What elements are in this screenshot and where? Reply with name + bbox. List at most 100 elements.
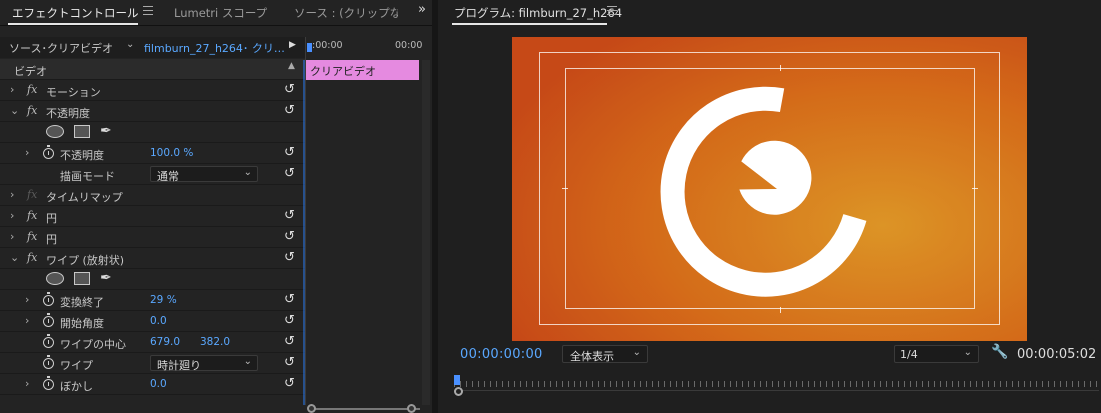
select-value: 全体表示 — [570, 350, 614, 363]
zoom-handle-left[interactable] — [307, 404, 316, 413]
reset-icon[interactable]: ↺ — [284, 166, 295, 181]
chevron-right-icon[interactable]: › — [25, 314, 29, 327]
source-clip-bar: ソース･クリアビデオ ⌄ filmburn_27_h264･ クリ… ▶ — [0, 37, 305, 58]
reset-icon[interactable]: ↺ — [284, 229, 295, 244]
effect-row-radial-wipe[interactable]: ⌄ fx ワイプ (放射状) ↺ — [0, 248, 305, 269]
param-label: 描画モード — [60, 170, 115, 183]
ellipse-mask-icon[interactable] — [46, 125, 64, 138]
mini-timeline-ruler[interactable]: :00:00 00:00 — [306, 37, 423, 58]
rectangle-mask-icon[interactable] — [74, 125, 90, 138]
fx-icon: fx — [27, 188, 38, 201]
param-row-feather: › ぼかし 0.0 ↺ — [0, 374, 305, 395]
program-time-ruler[interactable] — [454, 372, 1099, 412]
zoom-track[interactable] — [310, 408, 420, 410]
zoom-handle-left[interactable] — [454, 387, 463, 396]
reset-icon[interactable]: ↺ — [284, 82, 295, 97]
effect-row-opacity[interactable]: ⌄ fx 不透明度 ↺ — [0, 101, 305, 122]
reset-icon[interactable]: ↺ — [284, 376, 295, 391]
active-tab-indicator — [8, 23, 138, 25]
double-chevron-right-icon[interactable]: » — [418, 2, 426, 17]
chevron-down-icon[interactable]: ⌄ — [10, 251, 19, 264]
horizontal-zoom-scrollbar[interactable] — [307, 404, 420, 413]
fx-icon[interactable]: fx — [27, 104, 37, 117]
stopwatch-icon[interactable] — [43, 355, 54, 369]
ruler-end-time: 00:00 — [395, 40, 423, 51]
chevron-down-icon[interactable]: ⌄ — [10, 104, 19, 117]
title-safe-guide — [565, 68, 975, 309]
zoom-level-select[interactable]: 全体表示 ⌄ — [562, 345, 648, 363]
fx-icon[interactable]: fx — [27, 209, 37, 222]
reset-icon[interactable]: ↺ — [284, 313, 295, 328]
panel-menu-icon[interactable] — [607, 6, 617, 15]
chevron-right-icon[interactable]: › — [10, 209, 14, 222]
tab-source[interactable]: ソース : (クリップなし — [294, 5, 398, 21]
param-value-y[interactable]: 382.0 — [200, 336, 230, 348]
active-tab-indicator — [452, 23, 607, 25]
wipe-direction-select[interactable]: 時計廻り ⌄ — [150, 355, 258, 372]
reset-icon[interactable]: ↺ — [284, 208, 295, 223]
tab-lumetri-scopes[interactable]: Lumetri スコープ — [174, 5, 267, 21]
effect-row-motion[interactable]: › fx モーション ↺ — [0, 80, 305, 101]
param-value[interactable]: 0.0 — [150, 315, 167, 327]
effect-row-time-remap[interactable]: › fx タイムリマップ — [0, 185, 305, 206]
fx-icon[interactable]: fx — [27, 83, 37, 96]
playback-resolution-select[interactable]: 1/4 ⌄ — [894, 345, 979, 363]
program-monitor-title[interactable]: プログラム: filmburn_27_h264 — [454, 5, 622, 21]
keyframe-area-indicator — [303, 60, 305, 405]
rectangle-mask-icon[interactable] — [74, 272, 90, 285]
panel-menu-icon[interactable] — [143, 6, 153, 15]
reset-icon[interactable]: ↺ — [284, 355, 295, 370]
ellipse-mask-icon[interactable] — [46, 272, 64, 285]
collapse-up-icon[interactable]: ▲ — [288, 61, 295, 71]
chevron-right-icon[interactable]: › — [25, 377, 29, 390]
playhead-marker[interactable] — [307, 43, 312, 52]
param-row-wipe-direction: ワイプ 時計廻り ⌄ ↺ — [0, 353, 305, 374]
reset-icon[interactable]: ↺ — [284, 103, 295, 118]
chevron-right-icon[interactable]: › — [10, 83, 14, 96]
chevron-right-icon[interactable]: › — [25, 146, 29, 159]
reset-icon[interactable]: ↺ — [284, 145, 295, 160]
param-row-transition-completion: › 変換終了 29 % ↺ — [0, 290, 305, 311]
fx-icon[interactable]: fx — [27, 230, 37, 243]
clip-name-link[interactable]: filmburn_27_h264･ クリ… — [144, 40, 285, 56]
blend-mode-select[interactable]: 通常 ⌄ — [150, 166, 258, 183]
duration-timecode: 00:00:05:02 — [1017, 347, 1097, 362]
fx-icon[interactable]: fx — [27, 251, 37, 264]
playhead-marker[interactable] — [454, 375, 460, 385]
effect-row-circle-2[interactable]: › fx 円 ↺ — [0, 227, 305, 248]
timeline-clip[interactable]: クリアビデオ — [306, 60, 419, 80]
zoom-handle-right[interactable] — [407, 404, 416, 413]
chevron-down-icon: ⌄ — [632, 347, 641, 358]
param-label: 変換終了 — [60, 296, 104, 309]
param-row-opacity: › 不透明度 100.0 % ↺ — [0, 143, 305, 164]
param-value-x[interactable]: 679.0 — [150, 336, 180, 348]
chevron-right-icon[interactable]: › — [10, 188, 14, 201]
effect-label: ワイプ (放射状) — [46, 254, 125, 267]
play-triangle-icon[interactable]: ▶ — [289, 40, 296, 50]
panel-split-line[interactable] — [305, 37, 306, 405]
chevron-right-icon[interactable]: › — [25, 293, 29, 306]
stopwatch-icon[interactable] — [43, 292, 54, 306]
video-frame[interactable] — [512, 37, 1027, 341]
effect-row-circle-1[interactable]: › fx 円 ↺ — [0, 206, 305, 227]
pen-mask-icon[interactable]: ✒ — [100, 123, 112, 139]
chevron-down-icon[interactable]: ⌄ — [126, 39, 134, 50]
reset-icon[interactable]: ↺ — [284, 292, 295, 307]
chevron-right-icon[interactable]: › — [10, 230, 14, 243]
reset-icon[interactable]: ↺ — [284, 250, 295, 265]
tab-effect-controls[interactable]: エフェクトコントロール — [12, 5, 139, 21]
param-value[interactable]: 100.0 % — [150, 147, 193, 159]
reset-icon[interactable]: ↺ — [284, 334, 295, 349]
param-value[interactable]: 29 % — [150, 294, 177, 306]
vertical-scrollbar[interactable] — [422, 60, 430, 405]
stopwatch-icon[interactable] — [43, 376, 54, 390]
wrench-icon[interactable]: 🔧 — [991, 344, 1008, 360]
center-mark-left — [562, 188, 568, 189]
stopwatch-icon[interactable] — [43, 145, 54, 159]
param-value[interactable]: 0.0 — [150, 378, 167, 390]
param-row-blend-mode: 描画モード 通常 ⌄ ↺ — [0, 164, 305, 185]
stopwatch-icon[interactable] — [43, 313, 54, 327]
stopwatch-icon[interactable] — [43, 334, 54, 348]
current-timecode[interactable]: 00:00:00:00 — [460, 347, 543, 362]
pen-mask-icon[interactable]: ✒ — [100, 270, 112, 286]
